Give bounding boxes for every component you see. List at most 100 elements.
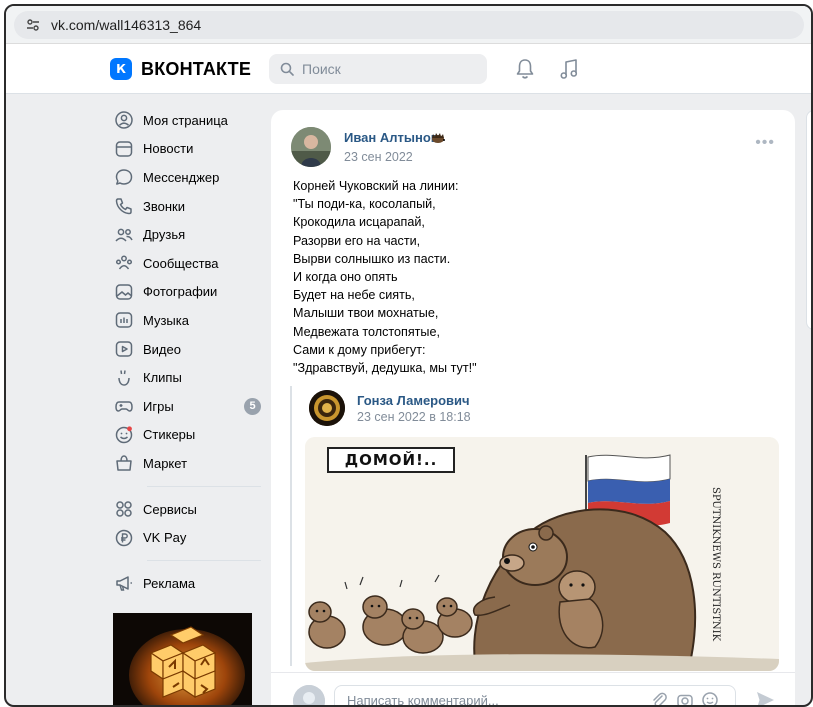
sidebar-item-ads[interactable]: Реклама bbox=[111, 569, 261, 598]
megaphone-icon bbox=[116, 576, 132, 591]
sidebar-item-news[interactable]: Новости bbox=[111, 135, 261, 164]
sidebar-item-label: VK Pay bbox=[143, 530, 187, 546]
right-column-card bbox=[806, 110, 811, 330]
sidebar-item-stickers[interactable]: Стикеры bbox=[111, 421, 261, 450]
search-input[interactable]: Поиск bbox=[269, 54, 487, 84]
sidebar-item-label: Моя страница bbox=[143, 112, 228, 128]
photo-icon bbox=[115, 284, 133, 300]
address-bar: vk.com/wall146313_864 bbox=[6, 6, 811, 44]
sidebar-item-messenger[interactable]: Мессенджер bbox=[111, 163, 261, 192]
repost-date[interactable]: 23 сен 2022 в 18:18 bbox=[357, 410, 471, 424]
search-icon bbox=[280, 62, 294, 76]
sidebar-item-clips[interactable]: Клипы bbox=[111, 363, 261, 392]
sidebar-item-label: Друзья bbox=[143, 227, 186, 243]
music-note-icon[interactable] bbox=[559, 58, 579, 80]
repost-author-avatar[interactable] bbox=[309, 390, 345, 426]
author-avatar[interactable] bbox=[291, 127, 331, 167]
sidebar-item-friends[interactable]: Друзья bbox=[111, 220, 261, 249]
post-text-line: Крокодила исцарапай, bbox=[293, 215, 425, 230]
sidebar-item-label: Маркет bbox=[143, 455, 188, 471]
sidebar-item-label: Мессенджер bbox=[143, 169, 220, 185]
post-text-line: Вырви солнышко из пасти. bbox=[293, 251, 451, 266]
logo-text: ВКОНТАКТЕ bbox=[141, 58, 252, 79]
post-text: Корней Чуковский на линии: "Ты поди-ка, … bbox=[293, 177, 773, 377]
sidebar-divider bbox=[147, 559, 261, 561]
more-options-icon[interactable]: ••• bbox=[755, 135, 775, 151]
hedgehog-icon bbox=[432, 133, 445, 143]
post-author-name[interactable]: Иван Алтынов bbox=[344, 130, 439, 145]
post-text-line: "Ты поди-ка, косолапый, bbox=[293, 197, 436, 212]
sticker-icon bbox=[115, 426, 133, 444]
sidebar-item-label: Сообщества bbox=[143, 255, 219, 271]
sidebar-item-games[interactable]: Игры 5 bbox=[111, 392, 261, 421]
newspaper-icon bbox=[115, 141, 133, 157]
site-settings-icon[interactable] bbox=[26, 18, 40, 32]
friends-icon bbox=[115, 228, 133, 242]
services-grid-icon bbox=[116, 501, 132, 517]
cartoon-sign: ДОМОЙ!.. bbox=[327, 447, 455, 473]
url-text: vk.com/wall146313_864 bbox=[51, 17, 202, 33]
sidebar-item-label: Сервисы bbox=[143, 501, 197, 517]
wall-post: Иван Алтынов 23 сен 2022 ••• Корней Чуко… bbox=[271, 110, 795, 705]
paperclip-icon[interactable] bbox=[650, 691, 668, 707]
left-sidebar: Моя страница Новости Мессенджер Звонки Д… bbox=[111, 106, 261, 598]
post-text-line: Малыши твои мохнатые, bbox=[293, 306, 439, 321]
sidebar-divider bbox=[147, 485, 261, 487]
sidebar-item-label: Новости bbox=[143, 141, 194, 157]
sidebar-item-vk-pay[interactable]: VK Pay bbox=[111, 523, 261, 552]
sidebar-item-label: Клипы bbox=[143, 370, 182, 386]
post-text-line: И когда оно опять bbox=[293, 270, 398, 285]
comment-input[interactable]: Написать комментарий... bbox=[334, 685, 736, 707]
send-arrow-icon[interactable] bbox=[754, 689, 776, 707]
sidebar-item-photos[interactable]: Фотографии bbox=[111, 278, 261, 307]
sidebar-item-video[interactable]: Видео bbox=[111, 335, 261, 364]
clips-icon bbox=[118, 370, 130, 386]
bell-icon[interactable] bbox=[515, 58, 535, 80]
search-placeholder: Поиск bbox=[302, 61, 341, 77]
post-text-line: Будет на небе сиять, bbox=[293, 288, 415, 303]
video-icon bbox=[115, 341, 133, 357]
repost-author-name[interactable]: Гонза Ламерович bbox=[357, 393, 470, 408]
site-header: К ВКОНТАКТЕ Поиск bbox=[6, 44, 811, 94]
emoji-smile-icon[interactable] bbox=[701, 691, 719, 707]
camera-icon[interactable] bbox=[676, 691, 694, 707]
games-count-badge: 5 bbox=[244, 397, 261, 415]
post-text-line: Разорви его на части, bbox=[293, 233, 421, 248]
sidebar-item-label: Реклама bbox=[143, 575, 196, 591]
sidebar-item-communities[interactable]: Сообщества bbox=[111, 249, 261, 278]
sidebar-item-services[interactable]: Сервисы bbox=[111, 495, 261, 524]
communities-icon bbox=[115, 255, 133, 270]
post-date[interactable]: 23 сен 2022 bbox=[344, 150, 413, 164]
current-user-avatar[interactable] bbox=[293, 685, 325, 705]
phone-icon bbox=[115, 198, 132, 215]
message-bubble-icon bbox=[115, 169, 133, 186]
post-text-line: Медвежата толстопятые, bbox=[293, 324, 440, 339]
post-text-line: "Здравствуй, дедушка, мы тут!" bbox=[293, 361, 477, 376]
sidebar-item-calls[interactable]: Звонки bbox=[111, 192, 261, 221]
sidebar-item-label: Звонки bbox=[143, 198, 185, 214]
sidebar-item-my-page[interactable]: Моя страница bbox=[111, 106, 261, 135]
music-icon bbox=[115, 312, 133, 329]
post-text-line: Корней Чуковский на линии: bbox=[293, 179, 459, 193]
browser-window: vk.com/wall146313_864 К ВКОНТАКТЕ Поиск bbox=[4, 4, 813, 707]
sidebar-item-market[interactable]: Маркет bbox=[111, 449, 261, 478]
ad-banner-image[interactable] bbox=[113, 613, 252, 705]
comment-placeholder: Написать комментарий... bbox=[347, 693, 499, 707]
gamepad-icon bbox=[115, 401, 133, 412]
ruble-coin-icon bbox=[115, 529, 133, 546]
user-circle-icon bbox=[115, 111, 133, 130]
shopping-bag-icon bbox=[116, 455, 132, 472]
sidebar-item-label: Фотографии bbox=[143, 284, 218, 300]
post-text-line: Сами к дому прибегут: bbox=[293, 342, 426, 357]
sidebar-item-label: Музыка bbox=[143, 312, 189, 328]
sidebar-item-label: Стикеры bbox=[143, 427, 196, 443]
vk-logo-icon: К bbox=[110, 58, 132, 80]
sidebar-item-label: Игры bbox=[143, 398, 174, 414]
sidebar-item-music[interactable]: Музыка bbox=[111, 306, 261, 335]
comment-bar: Написать комментарий... bbox=[271, 672, 795, 707]
vk-logo[interactable]: К ВКОНТАКТЕ bbox=[110, 58, 251, 80]
cartoon-signature: SPUTNIKNEWS RUNTISTNIK bbox=[710, 487, 721, 642]
cartoon-image[interactable]: ДОМОЙ!.. SPUTNIKNEWS RUNTISTNIK bbox=[305, 437, 779, 671]
url-field[interactable]: vk.com/wall146313_864 bbox=[14, 11, 804, 39]
sidebar-item-label: Видео bbox=[143, 341, 181, 357]
